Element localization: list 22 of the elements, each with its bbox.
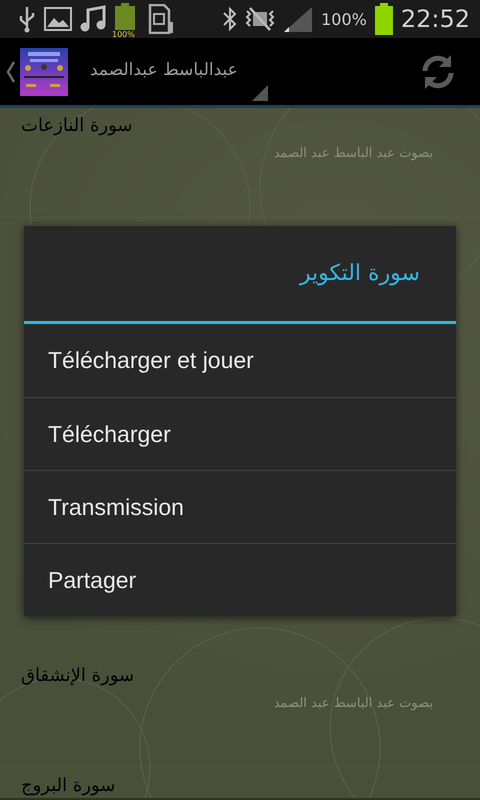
menu-item[interactable]: Transmission [24,470,456,543]
refresh-icon[interactable] [420,52,456,90]
clock: 22:52 [400,5,470,33]
music-icon [80,5,106,33]
battery-icon [374,3,393,35]
bluetooth-icon [223,6,238,32]
dialog-title: سورة التكوير [300,261,420,286]
reciter-spinner[interactable]: عبدالباسط عبدالصمد [90,60,238,80]
usb-icon [18,5,36,33]
app-logo-icon[interactable] [20,48,68,96]
up-caret-icon[interactable] [4,60,18,82]
reciter-subtitle: بصوت عبد الباسط عبد الصمد [274,146,433,161]
menu-item[interactable]: Télécharger [24,397,456,470]
sd-card-icon [148,4,174,34]
image-icon [44,7,72,31]
signal-icon [283,6,314,32]
battery-percent: 100% [321,10,367,28]
menu-item[interactable]: Télécharger et jouer [24,324,456,397]
mute-icon [245,6,276,32]
spinner-corner-icon [252,85,268,101]
menu-item[interactable]: Partager [24,543,456,616]
reciter-subtitle: بصوت عبد الباسط عبد الصمد [274,696,433,711]
